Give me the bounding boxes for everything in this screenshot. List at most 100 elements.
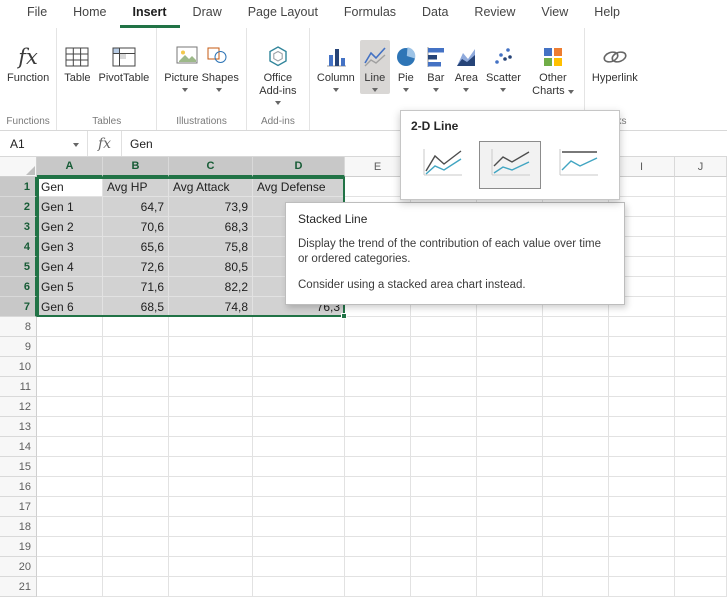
cell-F18[interactable] [411, 517, 477, 537]
cell-E21[interactable] [345, 577, 411, 597]
cell-I8[interactable] [609, 317, 675, 337]
cell-E9[interactable] [345, 337, 411, 357]
cell-D8[interactable] [253, 317, 345, 337]
cell-D20[interactable] [253, 557, 345, 577]
cell-B17[interactable] [103, 497, 169, 517]
cell-H14[interactable] [543, 437, 609, 457]
row-header-3[interactable]: 3 [0, 217, 37, 237]
cell-I15[interactable] [609, 457, 675, 477]
cell-F11[interactable] [411, 377, 477, 397]
cell-C18[interactable] [169, 517, 253, 537]
row-header-6[interactable]: 6 [0, 277, 37, 297]
cell-C17[interactable] [169, 497, 253, 517]
tab-help[interactable]: Help [581, 0, 633, 28]
row-header-13[interactable]: 13 [0, 417, 37, 437]
cell-I20[interactable] [609, 557, 675, 577]
cell-I18[interactable] [609, 517, 675, 537]
cell-F17[interactable] [411, 497, 477, 517]
cell-E16[interactable] [345, 477, 411, 497]
column-header-B[interactable]: B [103, 157, 169, 177]
cell-J20[interactable] [675, 557, 727, 577]
cell-C19[interactable] [169, 537, 253, 557]
cell-C13[interactable] [169, 417, 253, 437]
cell-C9[interactable] [169, 337, 253, 357]
row-header-18[interactable]: 18 [0, 517, 37, 537]
cell-I11[interactable] [609, 377, 675, 397]
cell-B21[interactable] [103, 577, 169, 597]
row-header-12[interactable]: 12 [0, 397, 37, 417]
function-button[interactable]: fx Function [4, 40, 52, 87]
cell-D10[interactable] [253, 357, 345, 377]
row-header-21[interactable]: 21 [0, 577, 37, 597]
cell-F8[interactable] [411, 317, 477, 337]
cell-D11[interactable] [253, 377, 345, 397]
cell-F20[interactable] [411, 557, 477, 577]
cell-I12[interactable] [609, 397, 675, 417]
cell-A6[interactable]: Gen 5 [37, 277, 103, 297]
cell-H16[interactable] [543, 477, 609, 497]
picture-shapes-buttons[interactable]: Picture Shapes [161, 40, 242, 94]
cell-D14[interactable] [253, 437, 345, 457]
cell-I17[interactable] [609, 497, 675, 517]
cell-A13[interactable] [37, 417, 103, 437]
cell-F21[interactable] [411, 577, 477, 597]
cell-A16[interactable] [37, 477, 103, 497]
cell-B7[interactable]: 68,5 [103, 297, 169, 317]
cell-H18[interactable] [543, 517, 609, 537]
row-header-19[interactable]: 19 [0, 537, 37, 557]
cell-H21[interactable] [543, 577, 609, 597]
cell-E10[interactable] [345, 357, 411, 377]
cell-I16[interactable] [609, 477, 675, 497]
cell-B6[interactable]: 71,6 [103, 277, 169, 297]
column-header-A[interactable]: A [37, 157, 103, 177]
row-header-8[interactable]: 8 [0, 317, 37, 337]
cell-G20[interactable] [477, 557, 543, 577]
line-option[interactable] [411, 141, 473, 189]
cell-H19[interactable] [543, 537, 609, 557]
cell-C16[interactable] [169, 477, 253, 497]
cell-A10[interactable] [37, 357, 103, 377]
cell-B11[interactable] [103, 377, 169, 397]
cell-G10[interactable] [477, 357, 543, 377]
cell-C14[interactable] [169, 437, 253, 457]
cell-B3[interactable]: 70,6 [103, 217, 169, 237]
cell-B18[interactable] [103, 517, 169, 537]
cell-F15[interactable] [411, 457, 477, 477]
cell-J8[interactable] [675, 317, 727, 337]
row-header-17[interactable]: 17 [0, 497, 37, 517]
cell-F16[interactable] [411, 477, 477, 497]
cell-H11[interactable] [543, 377, 609, 397]
cell-J11[interactable] [675, 377, 727, 397]
tab-review[interactable]: Review [461, 0, 528, 28]
cell-J12[interactable] [675, 397, 727, 417]
cell-F13[interactable] [411, 417, 477, 437]
area-chart-button[interactable]: Area [452, 40, 481, 94]
pivottable-button[interactable]: PivotTable [96, 40, 153, 87]
cell-E18[interactable] [345, 517, 411, 537]
cell-E12[interactable] [345, 397, 411, 417]
cell-I13[interactable] [609, 417, 675, 437]
row-header-14[interactable]: 14 [0, 437, 37, 457]
cell-C21[interactable] [169, 577, 253, 597]
row-header-7[interactable]: 7 [0, 297, 37, 317]
cell-C7[interactable]: 74,8 [169, 297, 253, 317]
cell-H17[interactable] [543, 497, 609, 517]
cell-A17[interactable] [37, 497, 103, 517]
cell-B14[interactable] [103, 437, 169, 457]
cell-D13[interactable] [253, 417, 345, 437]
cell-J7[interactable] [675, 297, 727, 317]
cell-E11[interactable] [345, 377, 411, 397]
table-button[interactable]: Table [61, 40, 93, 87]
cell-G9[interactable] [477, 337, 543, 357]
cell-J21[interactable] [675, 577, 727, 597]
cell-G12[interactable] [477, 397, 543, 417]
cell-G21[interactable] [477, 577, 543, 597]
cell-I10[interactable] [609, 357, 675, 377]
cell-I9[interactable] [609, 337, 675, 357]
cell-E8[interactable] [345, 317, 411, 337]
column-header-C[interactable]: C [169, 157, 253, 177]
row-header-20[interactable]: 20 [0, 557, 37, 577]
cell-I14[interactable] [609, 437, 675, 457]
cell-B4[interactable]: 65,6 [103, 237, 169, 257]
name-box[interactable]: A1 [0, 131, 88, 156]
